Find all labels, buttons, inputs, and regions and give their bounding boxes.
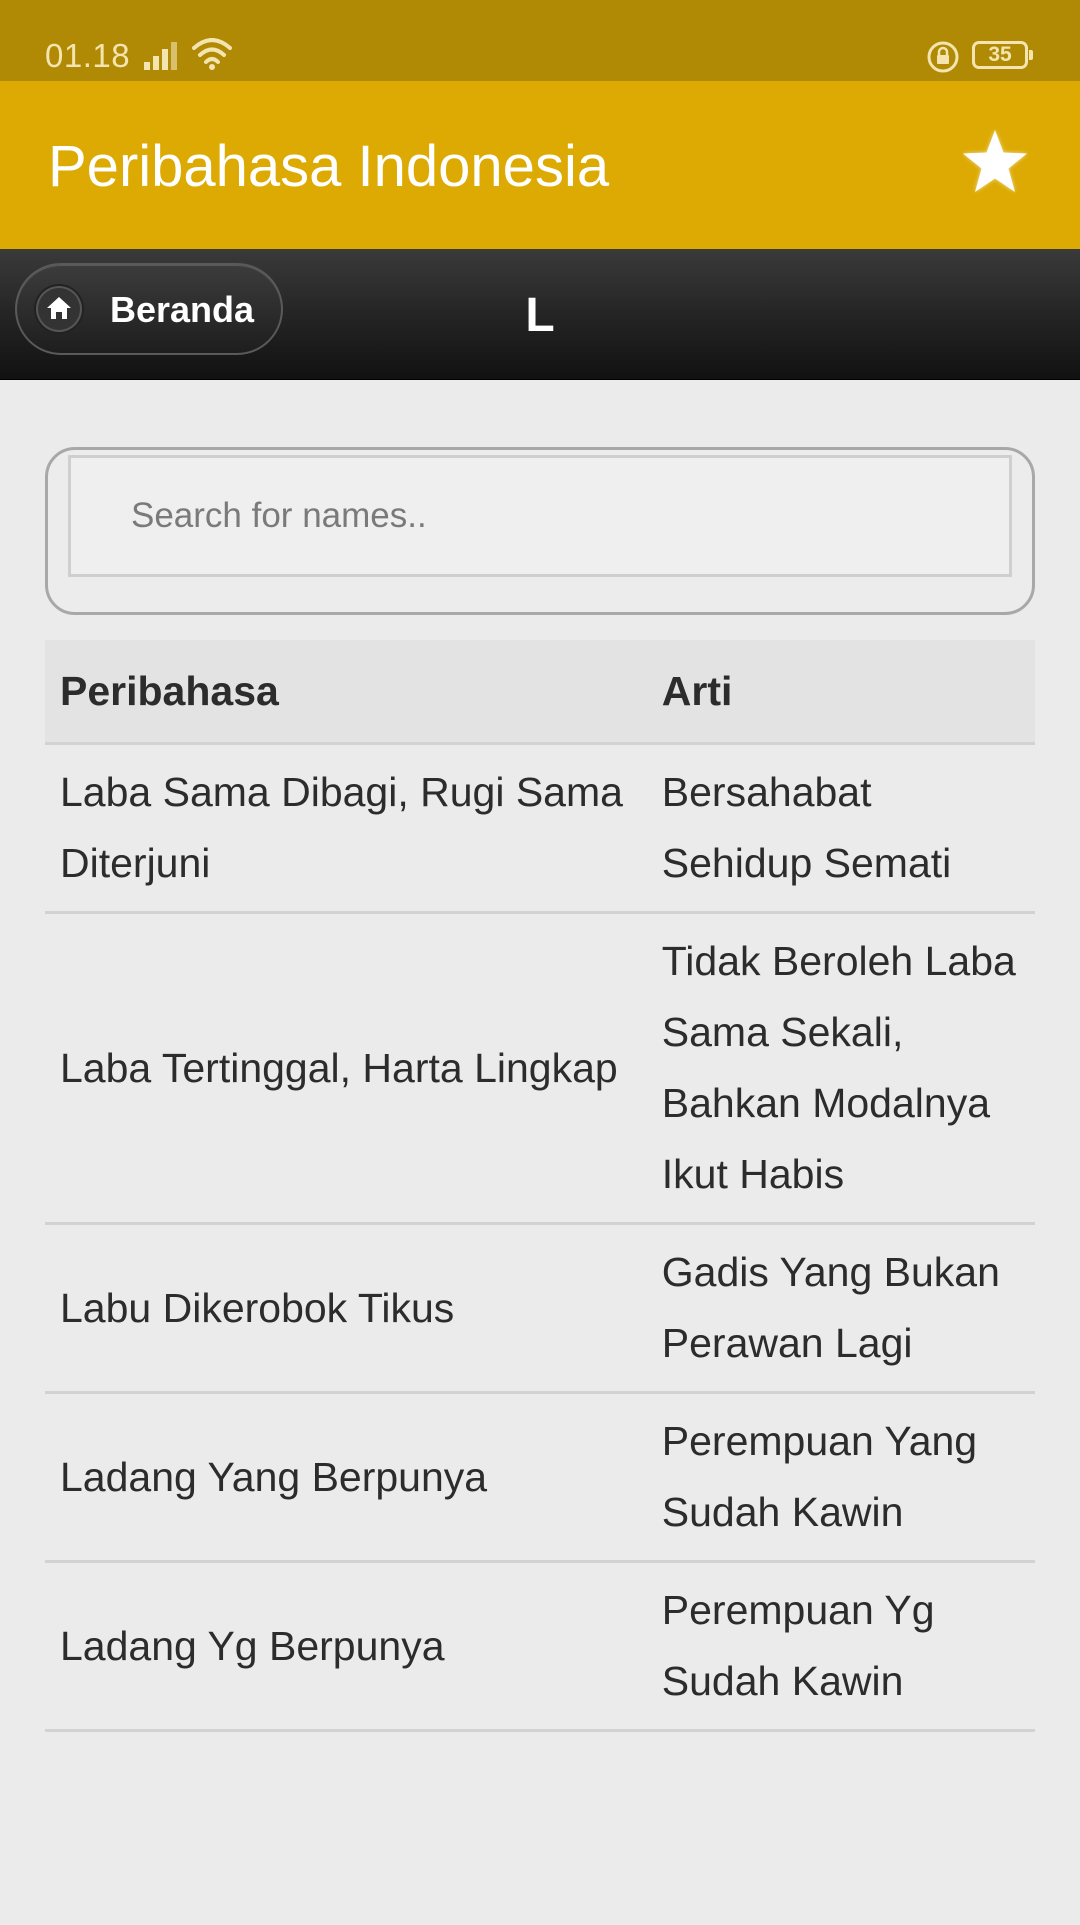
home-button[interactable]: Beranda — [15, 263, 283, 355]
table-row[interactable]: Ladang Yang Berpunya Perempuan Yang Suda… — [45, 1392, 1035, 1563]
signal-icon — [144, 42, 177, 70]
table-row[interactable]: Laba Sama Dibagi, Rugi Sama Diterjuni Be… — [45, 743, 1035, 914]
cell-peribahasa: Laba Sama Dibagi, Rugi Sama Diterjuni — [45, 743, 647, 914]
cell-arti: Perempuan Yg Sudah Kawin — [646, 1561, 1035, 1732]
cell-peribahasa: Laba Tertinggal, Harta Lingkap — [45, 912, 647, 1225]
page-header: Beranda L — [0, 249, 1080, 380]
cell-arti: Gadis Yang Bukan Perawan Lagi — [646, 1223, 1035, 1394]
home-icon — [36, 286, 82, 332]
cell-peribahasa: Labu Dikerobok Tikus — [45, 1223, 647, 1394]
cell-arti: Tidak Beroleh Laba Sama Sekali, Bahkan M… — [646, 912, 1035, 1225]
search-container — [45, 447, 1035, 615]
search-input[interactable] — [68, 455, 1012, 577]
wifi-icon — [192, 38, 232, 70]
star-icon[interactable] — [960, 127, 1030, 197]
column-header-arti: Arti — [646, 640, 1035, 745]
table-row[interactable]: Labu Dikerobok Tikus Gadis Yang Bukan Pe… — [45, 1223, 1035, 1394]
home-button-label: Beranda — [110, 289, 255, 330]
cell-arti: Perempuan Yang Sudah Kawin — [646, 1392, 1035, 1563]
cell-peribahasa: Ladang Yang Berpunya — [45, 1392, 647, 1563]
status-bar: 01.18 35 — [0, 0, 1080, 81]
table-row[interactable]: Laba Tertinggal, Harta Lingkap Tidak Ber… — [45, 912, 1035, 1225]
app-title: Peribahasa Indonesia — [48, 134, 610, 199]
table-header-row: Peribahasa Arti — [45, 640, 1035, 745]
cell-arti: Bersahabat Sehidup Semati — [646, 743, 1035, 914]
cell-peribahasa: Ladang Yg Berpunya — [45, 1561, 647, 1732]
page-title: L — [525, 289, 555, 342]
rotation-lock-icon — [927, 41, 959, 73]
table-row[interactable]: Ladang Yg Berpunya Perempuan Yg Sudah Ka… — [45, 1561, 1035, 1732]
app-bar: Peribahasa Indonesia — [0, 81, 1080, 249]
peribahasa-table: Peribahasa Arti Laba Sama Dibagi, Rugi S… — [45, 640, 1035, 1732]
status-time: 01.18 — [45, 37, 131, 74]
battery-icon: 35 — [972, 41, 1033, 69]
column-header-peribahasa: Peribahasa — [45, 640, 647, 745]
